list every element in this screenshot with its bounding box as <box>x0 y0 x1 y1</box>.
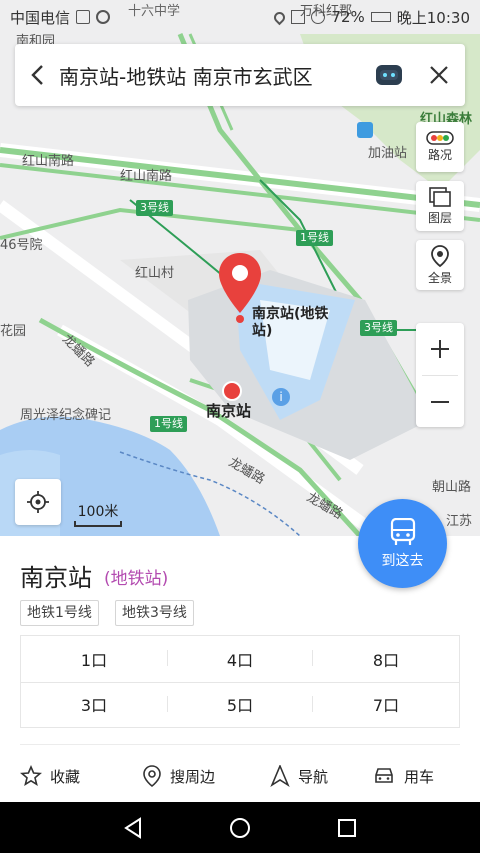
panorama-button[interactable]: 全景 <box>416 240 464 290</box>
exit-item[interactable]: 7口 <box>313 682 459 728</box>
star-icon <box>20 765 42 787</box>
map-label-hongshan-village: 红山村 <box>135 266 175 281</box>
navigation-arrow-icon <box>270 765 290 787</box>
exit-item[interactable]: 3口 <box>21 682 167 728</box>
wechat-icon <box>96 10 111 24</box>
place-type: (地铁站) <box>104 569 169 589</box>
bluetooth-icon <box>291 10 306 24</box>
panorama-pin-icon <box>431 245 449 268</box>
status-bar: 中国电信 72% 晚上10:30 <box>0 0 480 34</box>
scale-label: 100米 <box>77 504 119 520</box>
metro-line-3-badge-right: 3号线 <box>360 320 397 336</box>
location-status-icon <box>272 9 288 25</box>
line-tag[interactable]: 地铁3号线 <box>115 600 194 626</box>
back-button[interactable] <box>15 44 59 106</box>
my-location-button[interactable] <box>15 479 61 525</box>
crosshair-icon <box>27 491 49 513</box>
search-query[interactable]: 南京站-地铁站 南京市玄武区 <box>59 61 365 90</box>
traffic-button[interactable]: 路况 <box>416 122 464 172</box>
exit-item[interactable]: 4口 <box>167 636 313 682</box>
search-nearby-label: 搜周边 <box>170 767 216 786</box>
battery-percent: 72% <box>331 8 365 26</box>
search-nearby-button[interactable]: 搜周边 <box>142 764 215 788</box>
minus-icon <box>431 401 449 403</box>
ride-label: 用车 <box>404 767 435 786</box>
map-label-huayuan: 花园 <box>0 324 27 339</box>
map-label-jiangsu: 江苏 <box>446 514 473 529</box>
map-label-station-main: 南京站(地铁站) <box>252 306 329 339</box>
metro-line-1-badge-bottom: 1号线 <box>150 416 187 432</box>
info-point-icon[interactable]: i <box>272 388 290 406</box>
map-scale: 100米 <box>74 501 122 527</box>
map-label-station-south: 南京站 <box>206 402 252 420</box>
robot-icon <box>376 65 402 85</box>
place-name: 南京站 <box>20 564 92 592</box>
layers-button[interactable]: 图层 <box>416 181 464 231</box>
back-arrow-icon <box>31 65 43 85</box>
system-nav-bar <box>0 802 480 853</box>
metro-line-3-badge: 3号线 <box>136 200 173 216</box>
recents-square-icon[interactable] <box>336 817 358 839</box>
close-button[interactable] <box>413 44 465 106</box>
panel-divider <box>20 744 460 745</box>
nearby-pin-icon <box>143 765 161 788</box>
voice-assistant-button[interactable] <box>365 44 413 106</box>
map-label-hongshan-road-mid: 红山南路 <box>120 169 173 184</box>
go-here-button[interactable]: 到这去 <box>358 499 447 588</box>
close-icon <box>430 66 448 84</box>
back-triangle-icon[interactable] <box>122 816 144 839</box>
favorite-button[interactable]: 收藏 <box>20 765 80 787</box>
carrier-label: 中国电信 <box>10 8 71 27</box>
panorama-label: 全景 <box>427 271 452 285</box>
metro-line-1-badge: 1号线 <box>296 230 333 246</box>
map-label-monument: 周光泽纪念碑记 <box>20 408 112 423</box>
zoom-out-button[interactable] <box>416 376 464 428</box>
map-label-hongshan-road: 红山南路 <box>22 154 75 169</box>
zoom-in-button[interactable] <box>416 323 464 375</box>
bus-icon <box>390 517 415 545</box>
map-label-chaoshan-road: 朝山路 <box>432 480 472 495</box>
zoom-control <box>416 323 464 427</box>
metro-station-marker-icon[interactable] <box>222 381 242 401</box>
exit-item[interactable]: 1口 <box>21 636 167 682</box>
traffic-light-icon <box>426 131 454 145</box>
plus-icon <box>431 340 449 358</box>
action-bar: 收藏 搜周边 导航 用车 <box>0 756 480 796</box>
gas-station-icon <box>357 122 373 138</box>
map-label-gas-station: 加油站 <box>368 146 408 161</box>
eye-icon <box>311 10 326 24</box>
search-bar[interactable]: 南京站-地铁站 南京市玄武区 <box>15 44 465 106</box>
exit-grid: 1口 4口 8口 3口 5口 7口 <box>20 635 460 728</box>
exit-item[interactable]: 8口 <box>313 636 459 682</box>
home-circle-icon[interactable] <box>229 817 251 839</box>
ride-button[interactable]: 用车 <box>372 766 434 787</box>
battery-icon <box>370 12 391 22</box>
exit-item[interactable]: 5口 <box>167 682 313 728</box>
line-tag[interactable]: 地铁1号线 <box>20 600 99 626</box>
navigate-label: 导航 <box>298 767 329 786</box>
clock: 晚上10:30 <box>396 8 470 27</box>
navigate-button[interactable]: 导航 <box>270 765 328 787</box>
car-icon <box>375 768 393 783</box>
map-label-46-yard: 46号院 <box>0 238 43 253</box>
layers-label: 图层 <box>427 211 452 225</box>
layers-icon <box>429 187 451 207</box>
image-notification-icon <box>76 10 91 24</box>
exit-row-divider <box>21 682 459 683</box>
scale-bar <box>74 521 122 527</box>
traffic-label: 路况 <box>427 148 452 162</box>
go-here-label: 到这去 <box>381 552 424 569</box>
favorite-label: 收藏 <box>50 767 81 786</box>
